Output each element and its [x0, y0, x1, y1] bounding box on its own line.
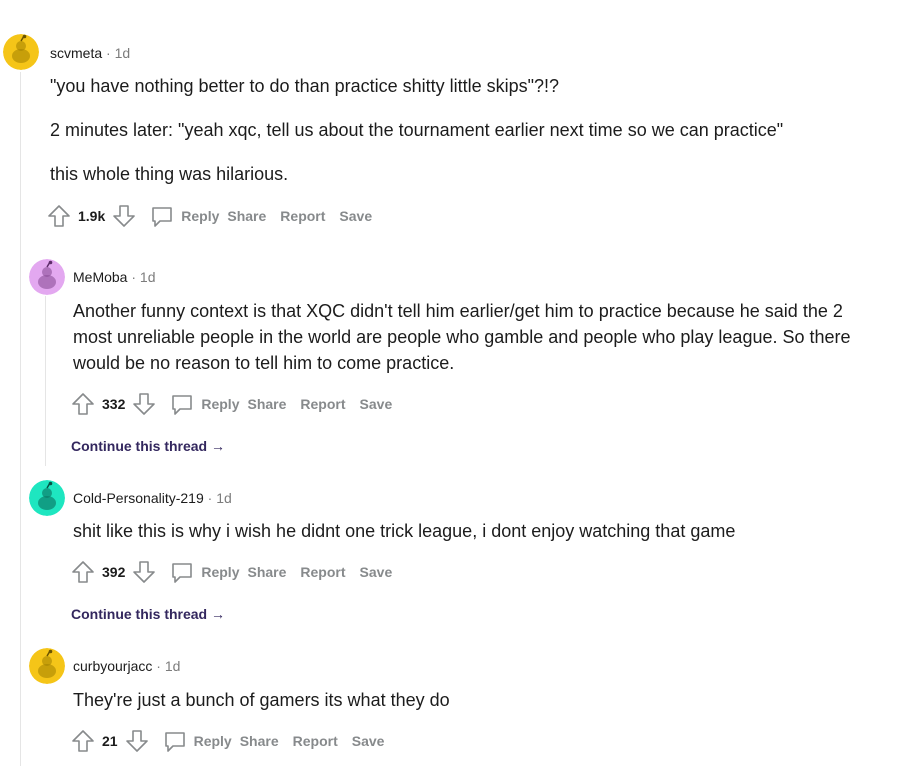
comment-age[interactable]: 1d: [115, 45, 131, 61]
meta-separator: ·: [106, 45, 111, 61]
meta-separator: ·: [207, 490, 213, 506]
comment-paragraph: "you have nothing better to do than prac…: [50, 76, 560, 96]
reply-label: Reply: [193, 733, 232, 749]
arrow-right-icon: →: [211, 438, 226, 454]
continue-thread-link[interactable]: Continue this thread →: [71, 606, 225, 622]
reply-label: Reply: [201, 396, 240, 412]
vote-score: 392: [102, 564, 126, 580]
comment-actions: 332 Reply Share Report Save: [70, 390, 406, 418]
save-button[interactable]: Save: [360, 564, 393, 580]
upvote-icon[interactable]: [70, 559, 96, 585]
comment-bubble-icon: [164, 732, 185, 752]
snoo-avatar-icon: [29, 480, 65, 516]
comment-bubble-icon: [152, 207, 173, 227]
report-button[interactable]: Report: [280, 208, 325, 224]
upvote-icon[interactable]: [70, 391, 96, 417]
save-button[interactable]: Save: [360, 396, 393, 412]
meta-separator: ·: [131, 269, 137, 285]
avatar[interactable]: [29, 480, 65, 516]
comment-actions: 392 Reply Share Report Save: [70, 558, 406, 586]
downvote-icon[interactable]: [124, 728, 150, 754]
snoo-avatar-icon: [29, 259, 65, 295]
reply-button[interactable]: Reply: [149, 203, 219, 229]
comment-paragraph: 2 minutes later: "yeah xqc, tell us abou…: [50, 120, 784, 140]
username[interactable]: scvmeta: [50, 45, 102, 61]
avatar[interactable]: [29, 648, 65, 684]
comment-actions: 1.9k Reply Share Report Save: [46, 202, 386, 230]
vote-score: 1.9k: [78, 208, 106, 224]
reply-button[interactable]: Reply: [169, 559, 239, 585]
arrow-right-icon: →: [211, 606, 226, 622]
share-button[interactable]: Share: [247, 564, 286, 580]
downvote-icon[interactable]: [131, 559, 157, 585]
vote-score: 21: [102, 733, 118, 749]
reply-button[interactable]: Reply: [169, 391, 239, 417]
reply-label: Reply: [201, 564, 240, 580]
comment-age[interactable]: 1d: [140, 269, 156, 285]
comment-body: shit like this is why i wish he didnt on…: [73, 518, 883, 562]
downvote-icon[interactable]: [131, 391, 157, 417]
snoo-avatar-icon: [29, 648, 65, 684]
upvote-icon[interactable]: [70, 728, 96, 754]
upvote-icon[interactable]: [46, 203, 72, 229]
report-button[interactable]: Report: [300, 396, 345, 412]
report-button[interactable]: Report: [300, 564, 345, 580]
comment-body: Another funny context is that XQC didn't…: [73, 298, 883, 394]
comment-age[interactable]: 1d: [216, 490, 232, 506]
avatar[interactable]: [29, 259, 65, 295]
downvote-icon[interactable]: [111, 203, 137, 229]
comment-body: "you have nothing better to do than prac…: [50, 73, 890, 205]
comment-bubble-icon: [172, 395, 193, 415]
comment-paragraph: shit like this is why i wish he didnt on…: [73, 521, 736, 541]
reply-label: Reply: [181, 208, 220, 224]
comment-bubble-icon: [172, 563, 193, 583]
thread-line[interactable]: [20, 72, 21, 766]
continue-thread-label: Continue this thread: [71, 606, 208, 622]
snoo-avatar-icon: [3, 34, 39, 70]
comment-body: They're just a bunch of gamers its what …: [73, 687, 883, 731]
comment-paragraph: this whole thing was hilarious.: [50, 164, 289, 184]
vote-score: 332: [102, 396, 126, 412]
username[interactable]: MeMoba: [73, 269, 127, 285]
thread-line[interactable]: [45, 296, 46, 466]
continue-thread-link[interactable]: Continue this thread →: [71, 438, 225, 454]
username[interactable]: curbyourjacc: [73, 658, 152, 674]
comment-actions: 21 Reply Share Report Save: [70, 727, 398, 755]
reply-button[interactable]: Reply: [162, 728, 232, 754]
share-button[interactable]: Share: [247, 396, 286, 412]
share-button[interactable]: Share: [227, 208, 266, 224]
save-button[interactable]: Save: [352, 733, 385, 749]
avatar[interactable]: [3, 34, 39, 70]
save-button[interactable]: Save: [339, 208, 372, 224]
username[interactable]: Cold-Personality-219: [73, 490, 204, 506]
comment-age[interactable]: 1d: [165, 658, 181, 674]
share-button[interactable]: Share: [240, 733, 279, 749]
comment-paragraph: Another funny context is that XQC didn't…: [73, 301, 851, 373]
meta-separator: ·: [156, 658, 161, 674]
comment-paragraph: They're just a bunch of gamers its what …: [73, 690, 450, 710]
continue-thread-label: Continue this thread: [71, 438, 208, 454]
report-button[interactable]: Report: [293, 733, 338, 749]
